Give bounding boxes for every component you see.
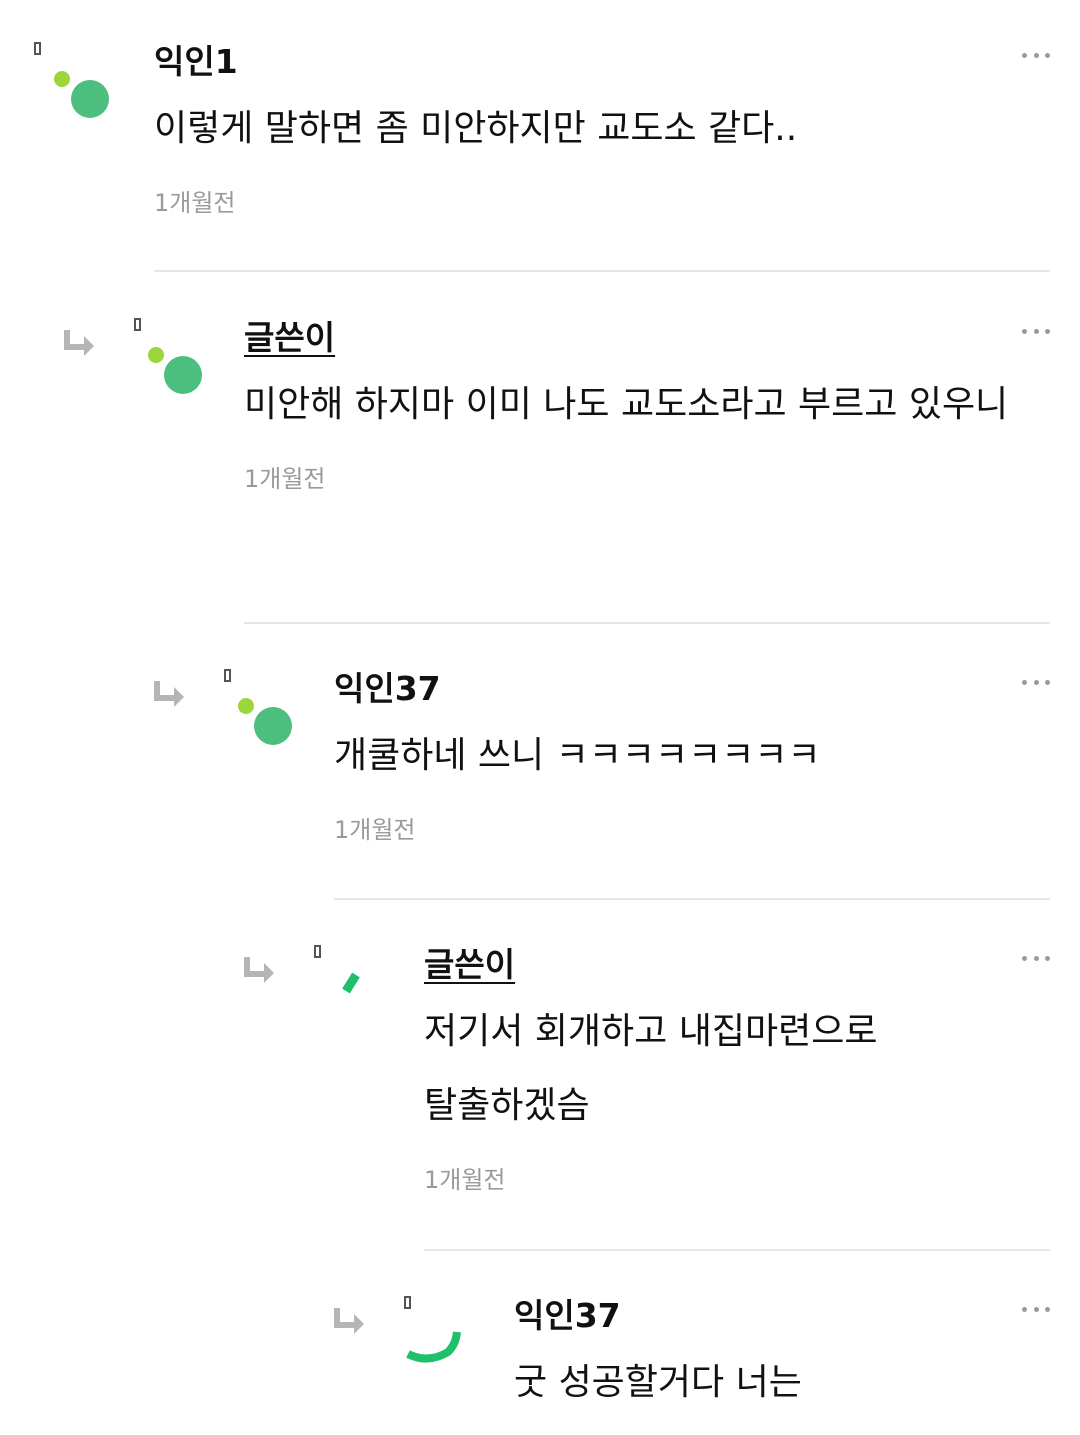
loading-spinner-icon [342, 972, 360, 994]
comment-reply: 익인37 굿 성공할거다 너는 [334, 1294, 1050, 1420]
comment-text: 이렇게 말하면 좀 미안하지만 교도소 같다.. [154, 108, 798, 149]
comment-text: 개쿨하네 쓰니 ㅋㅋㅋㅋㅋㅋㅋㅋ [334, 735, 821, 776]
divider [244, 622, 1050, 624]
comment-time: 1개월전 [334, 816, 416, 844]
avatar[interactable] [224, 667, 334, 777]
more-options-icon[interactable] [1022, 1304, 1050, 1314]
comment-author[interactable]: 익인37 [514, 1294, 1050, 1338]
comment-author[interactable]: 글쓴이 [424, 943, 1050, 987]
reply-arrow-icon [334, 1308, 364, 1334]
comment-text: 미안해 하지마 이미 나도 교도소라고 부르고 있우니 [244, 384, 1009, 425]
comment-text: 저기서 회개하고 내집마련으로 탈출하겠슴 [424, 1011, 878, 1126]
comment-author[interactable]: 글쓴이 [244, 316, 1050, 360]
loading-spinner-icon [406, 1331, 461, 1363]
comment-item: 익인1 이렇게 말하면 좀 미안하지만 교도소 같다.. 1개월전 [34, 40, 1050, 272]
more-options-icon[interactable] [1022, 326, 1050, 336]
comment-text: 굿 성공할거다 너는 [514, 1362, 802, 1403]
comment-time: 1개월전 [244, 465, 326, 493]
reply-arrow-icon [244, 957, 274, 983]
comment-time: 1개월전 [424, 1166, 506, 1194]
avatar[interactable] [134, 316, 244, 426]
comment-author[interactable]: 익인37 [334, 667, 1050, 711]
comment-author[interactable]: 익인1 [154, 40, 1050, 84]
more-options-icon[interactable] [1022, 953, 1050, 963]
comment-time: 1개월전 [154, 189, 236, 217]
reply-arrow-icon [154, 681, 184, 707]
comment-reply: 글쓴이 저기서 회개하고 내집마련으로 탈출하겠슴 1개월전 [244, 943, 1050, 1251]
avatar-icon [54, 71, 109, 118]
comment-reply: 글쓴이 미안해 하지마 이미 나도 교도소라고 부르고 있우니 1개월전 [64, 316, 1050, 624]
divider [154, 270, 1050, 272]
divider [424, 1249, 1050, 1251]
avatar-icon [148, 347, 202, 394]
avatar[interactable] [34, 40, 144, 150]
reply-arrow-icon [64, 330, 94, 356]
more-options-icon[interactable] [1022, 677, 1050, 687]
more-options-icon[interactable] [1022, 50, 1050, 60]
divider [334, 898, 1050, 900]
comment-reply: 익인37 개쿨하네 쓰니 ㅋㅋㅋㅋㅋㅋㅋㅋ 1개월전 [154, 667, 1050, 900]
avatar-icon [238, 698, 292, 745]
avatar[interactable] [404, 1294, 514, 1404]
avatar[interactable] [314, 943, 424, 1053]
